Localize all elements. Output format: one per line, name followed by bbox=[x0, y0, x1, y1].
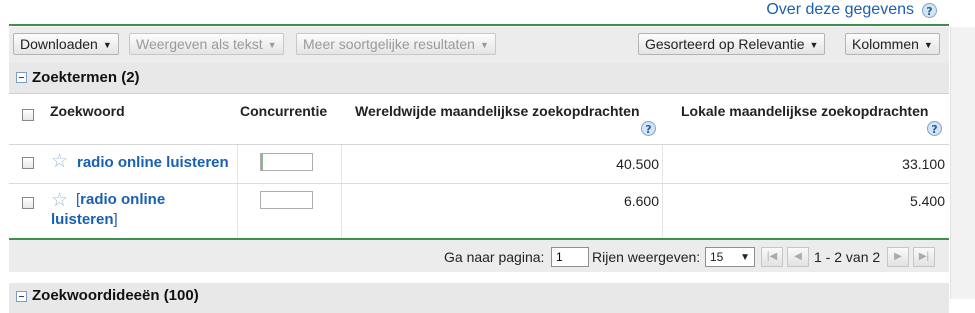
keyword-line-2: luisteren bbox=[51, 211, 114, 228]
keyword-ideas-header: Zoekwoordideeën (100) bbox=[9, 283, 949, 313]
previous-page-icon[interactable]: ◀ bbox=[787, 247, 809, 267]
global-monthly-value: 40.500 bbox=[616, 156, 659, 172]
columns-dropdown[interactable]: Kolommen ▼ bbox=[845, 33, 940, 55]
star-icon[interactable]: ☆ bbox=[51, 152, 68, 171]
toolbar: Downloaden ▼ Weergeven als tekst ▼ Meer so… bbox=[9, 27, 949, 64]
local-monthly-value: 33.100 bbox=[902, 156, 945, 172]
collapse-icon[interactable] bbox=[16, 72, 27, 83]
view-as-text-label: Weergeven als tekst bbox=[136, 36, 263, 52]
competition-bar bbox=[260, 191, 313, 209]
chevron-down-icon: ▼ bbox=[923, 40, 933, 50]
section-title: Zoekwoordideeën (100) bbox=[32, 287, 199, 304]
chevron-down-icon: ▼ bbox=[809, 40, 819, 50]
rows-per-page-select[interactable]: 15 ▼ bbox=[705, 247, 755, 267]
local-monthly-value: 5.400 bbox=[909, 193, 945, 209]
view-as-text-button[interactable]: Weergeven als tekst ▼ bbox=[129, 33, 284, 55]
more-similar-label: Meer soortgelijke resultaten bbox=[303, 36, 475, 52]
search-terms-header: Zoektermen (2) bbox=[9, 63, 949, 94]
divider bbox=[9, 24, 949, 26]
table-row: ☆ [radio online luisteren] 6.600 5.400 bbox=[9, 184, 949, 238]
column-divider bbox=[341, 145, 342, 183]
row-checkbox[interactable] bbox=[22, 197, 34, 209]
column-divider bbox=[662, 184, 663, 238]
page-range: 1 - 2 van 2 bbox=[814, 249, 881, 265]
global-monthly-value: 6.600 bbox=[623, 193, 659, 209]
competition-bar bbox=[260, 153, 313, 171]
next-page-icon[interactable]: ▶ bbox=[887, 247, 909, 267]
search-terms-table: Zoekwoord Concurrentie Wereldwijde maand… bbox=[9, 94, 949, 238]
about-data-link[interactable]: Over deze gegevens bbox=[766, 1, 914, 19]
column-divider bbox=[237, 184, 238, 238]
scrollbar[interactable] bbox=[950, 27, 975, 299]
pagination-bar: Ga naar pagina: Rijen weergeven: 15▼ |◀ … bbox=[9, 238, 949, 272]
row-checkbox[interactable] bbox=[22, 157, 34, 169]
column-divider bbox=[662, 145, 663, 183]
keyword-link[interactable]: radio online luisteren bbox=[77, 154, 229, 171]
page-number-input[interactable] bbox=[551, 247, 589, 267]
collapse-icon[interactable] bbox=[16, 291, 27, 302]
section-title: Zoektermen (2) bbox=[32, 69, 140, 86]
help-icon[interactable]: ? bbox=[927, 121, 942, 136]
table-header: Zoekwoord Concurrentie Wereldwijde maand… bbox=[9, 94, 949, 145]
goto-page-label: Ga naar pagina: bbox=[444, 249, 545, 265]
column-header-local-monthly[interactable]: Lokale maandelijkse zoekopdrachten bbox=[681, 103, 928, 119]
columns-label: Kolommen bbox=[852, 36, 919, 52]
top-bar: Over deze gegevens ? bbox=[0, 0, 975, 24]
competition-fill bbox=[261, 154, 264, 170]
help-icon[interactable]: ? bbox=[641, 121, 656, 136]
rows-per-page-label: Rijen weergeven: bbox=[592, 249, 701, 265]
chevron-down-icon: ▼ bbox=[740, 252, 750, 263]
download-label: Downloaden bbox=[20, 36, 98, 52]
rows-per-page-value: 15 bbox=[710, 250, 724, 264]
sort-dropdown[interactable]: Gesorteerd op Relevantie ▼ bbox=[638, 33, 826, 55]
keyword-line-1: radio online bbox=[80, 191, 166, 208]
column-divider bbox=[237, 145, 238, 183]
column-header-global-monthly[interactable]: Wereldwijde maandelijkse zoekopdrachten bbox=[355, 103, 640, 119]
sort-label: Gesorteerd op Relevantie bbox=[645, 36, 805, 52]
column-header-keyword[interactable]: Zoekwoord bbox=[50, 103, 125, 119]
column-divider bbox=[341, 184, 342, 238]
chevron-down-icon: ▼ bbox=[479, 40, 489, 50]
chevron-down-icon: ▼ bbox=[267, 40, 277, 50]
help-icon[interactable]: ? bbox=[922, 3, 937, 18]
keyword-link[interactable]: [radio online luisteren] bbox=[51, 190, 165, 230]
last-page-icon[interactable]: ▶| bbox=[913, 247, 935, 267]
chevron-down-icon: ▼ bbox=[102, 40, 112, 50]
first-page-icon[interactable]: |◀ bbox=[761, 247, 783, 267]
select-all-checkbox[interactable] bbox=[22, 109, 34, 121]
bracket-close: ] bbox=[113, 211, 118, 228]
download-button[interactable]: Downloaden ▼ bbox=[13, 33, 119, 55]
more-similar-button[interactable]: Meer soortgelijke resultaten ▼ bbox=[296, 33, 496, 55]
column-header-competition[interactable]: Concurrentie bbox=[240, 103, 327, 119]
table-row: ☆ radio online luisteren 40.500 33.100 bbox=[9, 145, 949, 184]
